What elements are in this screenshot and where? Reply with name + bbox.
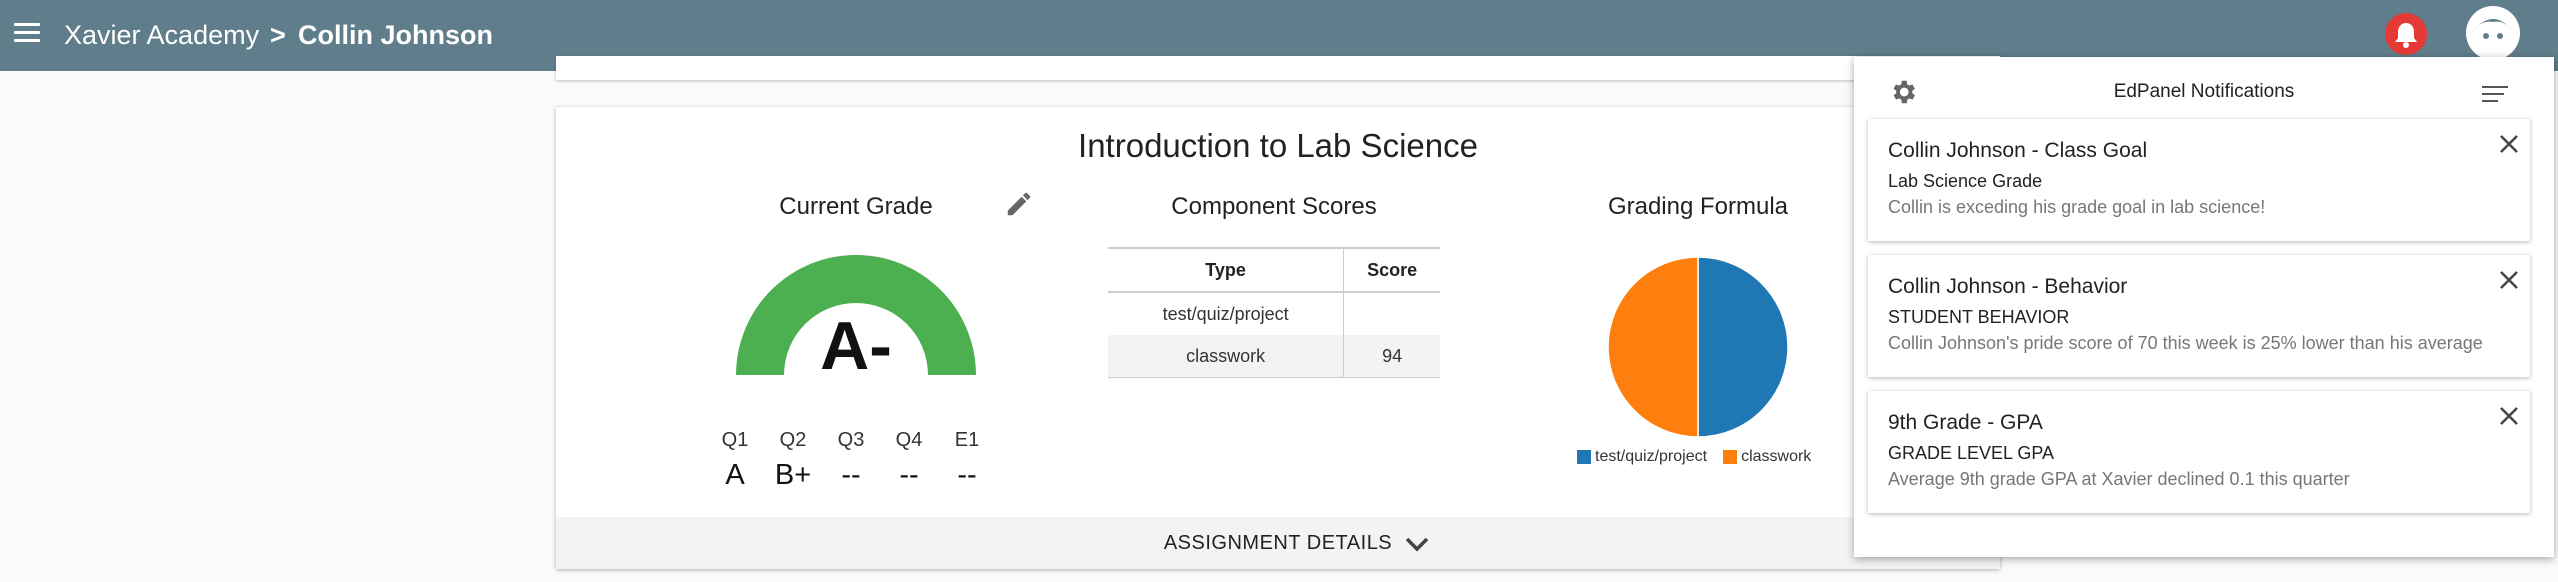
table-row: test/quiz/project	[1108, 292, 1440, 335]
component-type: test/quiz/project	[1162, 303, 1289, 324]
breadcrumb-school[interactable]: Xavier Academy	[64, 18, 259, 52]
notification-title: Collin Johnson - Class Goal	[1888, 139, 2148, 162]
grading-formula-pie	[1607, 256, 1789, 438]
legend-swatch	[1723, 450, 1738, 464]
notification-subtitle: GRADE LEVEL GPA	[1888, 443, 2055, 463]
edit-pencil-icon[interactable]	[1004, 189, 1034, 219]
legend-label: test/quiz/project	[1595, 448, 1708, 465]
course-card: Introduction to Lab Science Current Grad…	[556, 107, 2000, 569]
assignment-details-toggle[interactable]: ASSIGNMENT DETAILS	[556, 517, 2000, 569]
quarter-label: Q4	[895, 429, 923, 451]
notification-subtitle: STUDENT BEHAVIOR	[1888, 307, 2070, 327]
pie-legend: test/quiz/project classwork	[1577, 448, 1827, 466]
breadcrumb-separator: >	[270, 20, 286, 50]
grading-formula-heading: Grading Formula	[1607, 193, 1789, 220]
quarter-grade: A	[725, 459, 745, 491]
legend-item: test/quiz/project	[1577, 448, 1707, 466]
sort-lines-icon[interactable]	[2482, 85, 2508, 103]
legend-swatch	[1577, 450, 1591, 464]
notification-card[interactable]: Collin Johnson - Class Goal Lab Science …	[1868, 119, 2530, 241]
close-icon[interactable]	[2498, 405, 2520, 427]
quarter-grade: --	[957, 459, 977, 491]
component-scores-heading: Component Scores	[1171, 193, 1377, 220]
quarter-grades: A B+ -- -- --	[706, 459, 1006, 492]
legend-label: classwork	[1741, 448, 1812, 465]
close-icon[interactable]	[2498, 269, 2520, 291]
pie-slice	[1697, 256, 1789, 438]
avatar-icon[interactable]	[2466, 6, 2520, 60]
component-score	[1343, 292, 1440, 335]
current-grade-heading: Current Grade	[779, 193, 933, 220]
notification-title: Collin Johnson - Behavior	[1888, 275, 2128, 298]
breadcrumb-student: Collin Johnson	[298, 20, 493, 50]
notification-subtitle: Lab Science Grade	[1888, 171, 2043, 191]
column-header-type: Type	[1108, 247, 1344, 293]
close-icon[interactable]	[2498, 133, 2520, 155]
notifications-title: EdPanel Notifications	[2113, 81, 2295, 102]
component-type: classwork	[1108, 335, 1344, 378]
quarter-label: Q1	[721, 429, 749, 451]
notification-body: Collin Johnson's pride score of 70 this …	[1888, 333, 2483, 353]
previous-course-card	[556, 56, 2000, 80]
pie-slice	[1607, 256, 1699, 438]
assignment-details-label: ASSIGNMENT DETAILS	[1163, 532, 1393, 554]
chevron-down-icon[interactable]	[1404, 535, 1430, 553]
course-title: Introduction to Lab Science	[1078, 127, 1478, 164]
column-header-score: Score	[1343, 247, 1440, 293]
quarter-grade: --	[841, 459, 861, 491]
quarter-label: E1	[954, 429, 980, 451]
current-grade-letter: A-	[820, 308, 892, 384]
quarter-label: Q3	[837, 429, 865, 451]
component-score: 94	[1343, 335, 1440, 378]
menu-icon[interactable]	[14, 23, 40, 43]
bell-icon[interactable]	[2385, 13, 2427, 55]
quarter-grade: B+	[774, 459, 812, 491]
notification-body: Collin is exceding his grade goal in lab…	[1888, 197, 2266, 217]
quarter-labels: Q1 Q2 Q3 Q4 E1	[706, 429, 1006, 452]
notification-card[interactable]: Collin Johnson - Behavior STUDENT BEHAVI…	[1868, 255, 2530, 377]
notification-title: 9th Grade - GPA	[1888, 411, 2043, 434]
component-scores-table: Type Score test/quiz/project classwork 9…	[1108, 247, 1440, 378]
notifications-panel: EdPanel Notifications Collin Johnson - C…	[1854, 57, 2554, 557]
legend-item: classwork	[1723, 448, 1811, 466]
table-row: classwork 94	[1108, 335, 1440, 378]
notification-body: Average 9th grade GPA at Xavier declined…	[1888, 469, 2350, 489]
quarter-label: Q2	[779, 429, 807, 451]
notification-card[interactable]: 9th Grade - GPA GRADE LEVEL GPA Average …	[1868, 391, 2530, 513]
quarter-grade: --	[899, 459, 919, 491]
